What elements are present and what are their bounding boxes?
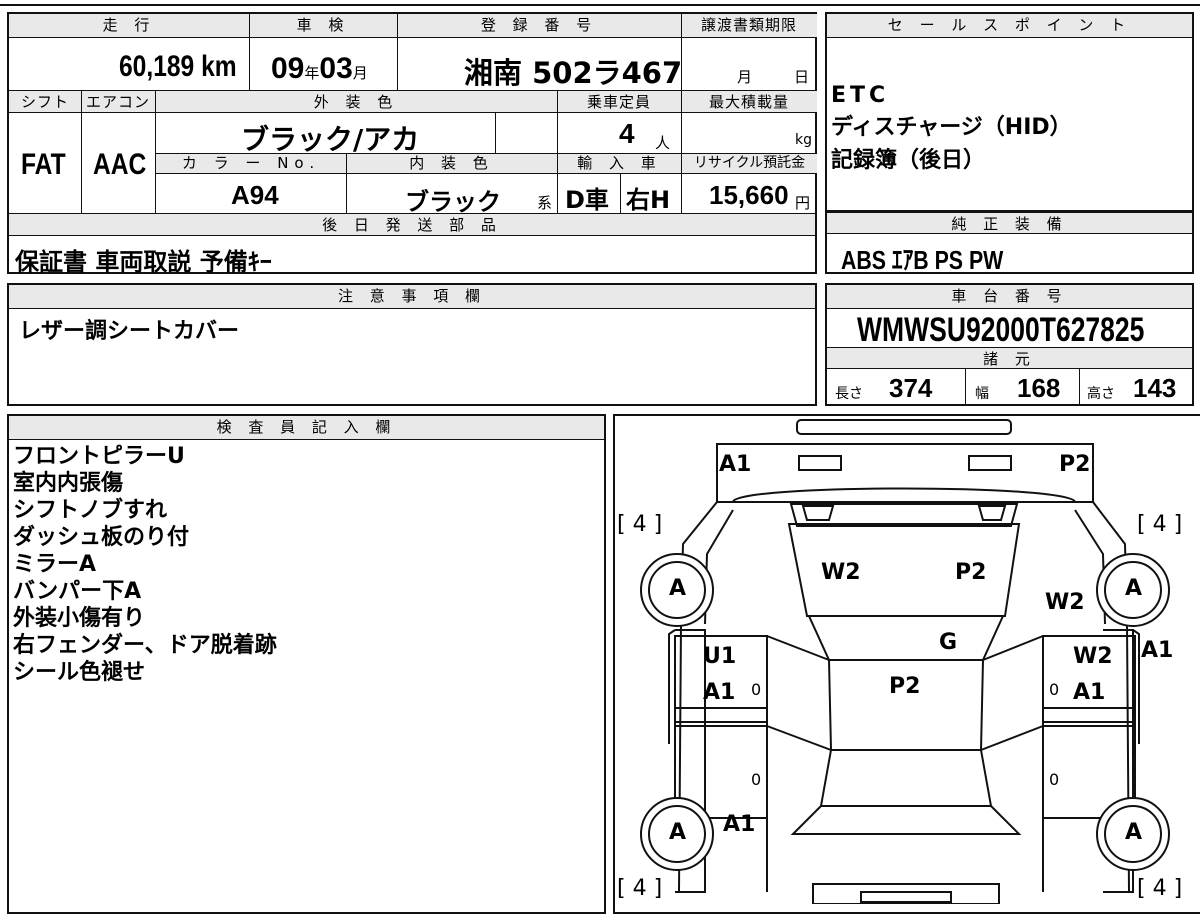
inspector-line: ダッシュ板のり付	[13, 525, 190, 550]
code-left-door-1: U1	[703, 644, 737, 669]
later-parts-label: 後 日 発 送 部 品	[9, 214, 815, 236]
code-right-fender: W2	[1045, 590, 1085, 615]
inspector-line: 室内内張傷	[13, 471, 124, 496]
chassis-box: 車 台 番 号 WMWSU92000T627825 諸 元 長さ 374 幅 1…	[825, 283, 1194, 406]
later-parts-value: 保証書 車両取説 予備ｷｰ	[15, 248, 272, 276]
recycle-label: リサイクル預託金	[682, 153, 817, 174]
capacity-label: 乗車定員	[557, 91, 681, 113]
interior-unit: 系	[537, 194, 553, 212]
caution-box: 注 意 事 項 欄 レザー調シートカバー	[7, 283, 817, 406]
car-damage-diagram: [ 4 ] [ 4 ] [ 4 ] [ 4 ] A A A A A1 P2 W2…	[613, 414, 1200, 914]
code-hood-right: P2	[955, 560, 987, 585]
code-front-right: P2	[1059, 452, 1091, 477]
zero-mark: 0	[751, 770, 762, 789]
zero-mark: 0	[1049, 770, 1060, 789]
load-unit: kg	[795, 132, 812, 148]
shift-value: FAT	[21, 148, 66, 181]
sales-line-2: ディスチャージ（HID）	[831, 115, 1072, 140]
chassis-value: WMWSU92000T627825	[857, 311, 1145, 349]
height-value: 143	[1133, 373, 1177, 403]
length-label: 長さ	[835, 386, 863, 402]
tire-label-front-right: [ 4 ]	[1137, 512, 1183, 537]
width-label: 幅	[975, 386, 989, 402]
wheel-code-rear-right: A	[1125, 820, 1143, 845]
mileage-label: 走 行	[9, 14, 249, 38]
width-value: 168	[1017, 373, 1061, 403]
capacity-unit: 人	[655, 134, 671, 152]
transfer-label: 譲渡書類期限	[681, 14, 817, 38]
import-d-value: D車	[565, 186, 609, 214]
code-rear-left: A1	[723, 812, 756, 837]
wheel-code-front-right: A	[1125, 576, 1143, 601]
import-h-value: 右H	[626, 186, 671, 214]
inspection-value: 09年03月	[271, 52, 368, 85]
inspector-line: ミラーA	[13, 552, 97, 577]
code-left-door-2: A1	[703, 680, 736, 705]
transfer-day: 日	[794, 68, 810, 86]
chassis-label: 車 台 番 号	[827, 285, 1192, 309]
shift-label: シフト	[9, 91, 81, 113]
equipment-label: 純 正 装 備	[827, 212, 1192, 234]
inspector-line: 右フェンダー、ドア脱着跡	[13, 633, 277, 658]
equipment-value: ABS ｴｱB PS PW	[841, 245, 1004, 275]
top-edge-strip	[0, 0, 1200, 6]
sales-line-3: 記録簿（後日）	[831, 148, 986, 173]
interior-label: 内 装 色	[346, 153, 557, 174]
inspector-line: バンパー下A	[13, 579, 142, 604]
tire-label-front-left: [ 4 ]	[617, 512, 663, 537]
load-label: 最大積載量	[681, 91, 817, 113]
ac-value: AAC	[93, 148, 147, 181]
vehicle-info-table: 走 行 車 検 登 録 番 号 譲渡書類期限 60,189 km 09年03月 …	[7, 12, 817, 276]
recycle-value: 15,660	[709, 180, 789, 210]
sales-points-label: セ ー ル ス ポ イ ン ト	[827, 14, 1192, 38]
code-right-door-2: A1	[1073, 680, 1106, 705]
caution-label: 注 意 事 項 欄	[9, 285, 815, 309]
sales-line-1: ETC	[831, 83, 890, 108]
height-label: 高さ	[1087, 386, 1115, 402]
tire-label-rear-right: [ 4 ]	[1137, 876, 1183, 901]
equipment-box: 純 正 装 備 ABS ｴｱB PS PW	[825, 212, 1194, 275]
registration-label: 登 録 番 号	[397, 14, 681, 38]
mileage-value: 60,189 km	[119, 50, 237, 83]
inspection-label: 車 検	[249, 14, 397, 38]
exterior-label: 外 装 色	[155, 91, 557, 113]
color-no-value: A94	[231, 180, 279, 210]
zero-mark: 0	[1049, 680, 1060, 699]
caution-value: レザー調シートカバー	[19, 319, 240, 344]
length-value: 374	[889, 373, 933, 403]
code-right-door-1: W2	[1073, 644, 1113, 669]
inspector-line: シフトノブすれ	[13, 498, 168, 523]
inspector-box: 検 査 員 記 入 欄 フロントピラーU 室内内張傷 シフトノブすれ ダッシュ板…	[7, 414, 606, 914]
inspector-line: フロントピラーU	[13, 444, 185, 469]
ac-label: エアコン	[81, 91, 155, 113]
inspector-line: シール色褪せ	[13, 660, 146, 685]
import-label: 輸 入 車	[558, 153, 681, 174]
exterior-value: ブラック/アカ	[241, 123, 420, 156]
tire-label-rear-left: [ 4 ]	[617, 876, 663, 901]
inspector-label: 検 査 員 記 入 欄	[9, 416, 604, 440]
transfer-month: 月	[737, 68, 753, 86]
wheel-code-front-left: A	[669, 576, 687, 601]
interior-value: ブラック	[405, 188, 501, 216]
code-hood-left: W2	[821, 560, 861, 585]
inspector-line: 外装小傷有り	[13, 606, 146, 631]
inspector-notes: フロントピラーU 室内内張傷 シフトノブすれ ダッシュ板のり付 ミラーA バンパ…	[13, 443, 277, 686]
zero-mark: 0	[751, 680, 762, 699]
recycle-unit: 円	[795, 194, 811, 212]
color-no-label: カ ラ ー No.	[156, 153, 346, 174]
registration-value: 湘南 502ラ467	[464, 56, 683, 90]
sales-points-box: セ ー ル ス ポ イ ン ト ETC ディスチャージ（HID） 記録簿（後日）	[825, 12, 1194, 212]
code-windshield: G	[939, 630, 958, 655]
capacity-value: 4	[619, 118, 635, 149]
wheel-code-rear-left: A	[669, 820, 687, 845]
code-roof: P2	[889, 674, 921, 699]
code-front-left: A1	[719, 452, 752, 477]
specs-label: 諸 元	[827, 347, 1192, 369]
code-right-pillar: A1	[1141, 638, 1174, 663]
